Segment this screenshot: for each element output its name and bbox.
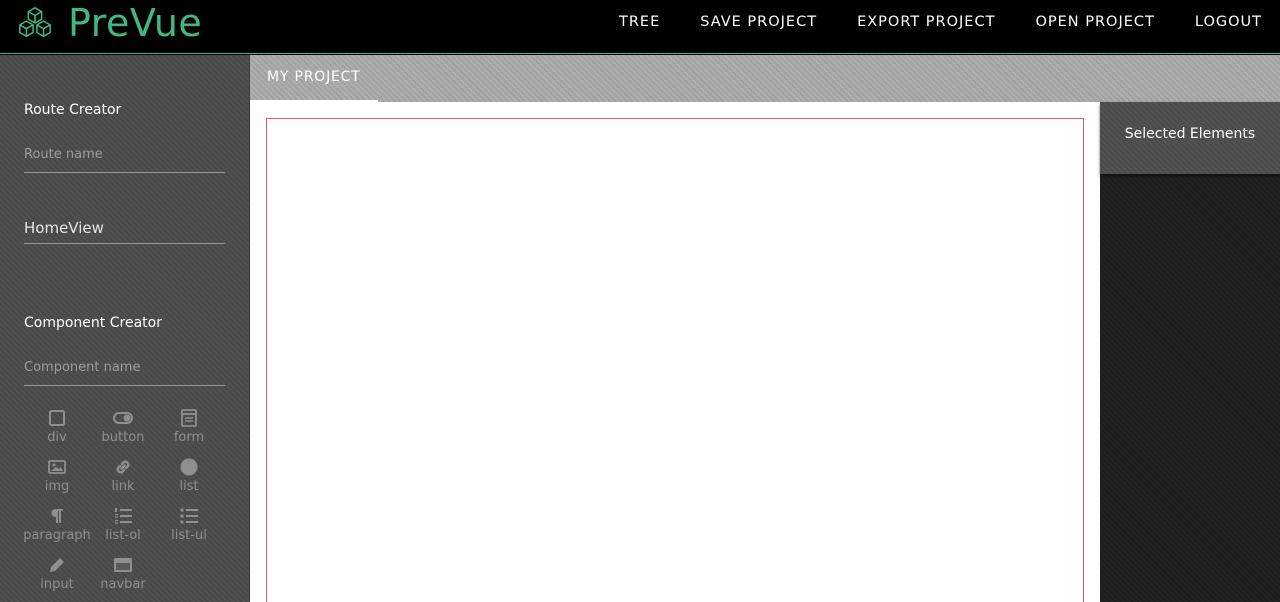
route-item-homeview[interactable]: HomeView [24,219,225,244]
element-label: form [173,430,205,445]
selected-elements-panel: Selected Elements [1100,102,1280,174]
project-tab-bar: MY PROJECT [250,55,1280,102]
component-name-field [24,356,225,386]
pilcrow-icon [51,509,63,523]
nav-export-project[interactable]: EXPORT PROJECT [857,14,995,30]
toggle-icon [113,412,133,424]
component-creator-title: Component Creator [24,315,162,331]
list-ul-icon [180,508,198,524]
top-bar: PreVue TREE SAVE PROJECT EXPORT PROJECT … [0,0,1280,54]
canvas-area [250,102,1100,602]
element-label: div [47,430,67,445]
element-label: input [40,577,74,592]
element-label: button [101,430,145,445]
route-name-input[interactable] [24,143,225,172]
component-drop-zone[interactable] [266,118,1084,602]
element-label: paragraph [23,528,91,543]
nav-tree[interactable]: TREE [619,14,660,30]
element-link[interactable]: link [90,457,156,500]
image-icon [48,460,66,474]
element-label: list [179,479,199,494]
element-list-ul[interactable]: list-ul [156,506,222,549]
link-icon [116,460,130,474]
element-palette: div button form img link list paragraph [23,408,224,598]
element-navbar[interactable]: navbar [90,555,156,598]
element-list-ol[interactable]: list-ol [90,506,156,549]
route-creator-title: Route Creator [24,102,122,118]
circle-icon [180,458,198,476]
nav-open-project[interactable]: OPEN PROJECT [1035,14,1154,30]
element-paragraph[interactable]: paragraph [23,506,91,549]
element-label: link [111,479,135,494]
list-ol-icon [115,508,132,524]
element-img[interactable]: img [24,457,90,500]
element-list[interactable]: list [156,457,222,500]
sidebar: Route Creator HomeView Component Creator… [0,55,250,602]
element-label: list-ol [105,528,141,543]
element-label: list-ul [171,528,207,543]
cubes-icon [19,7,51,38]
top-nav: TREE SAVE PROJECT EXPORT PROJECT OPEN PR… [579,0,1262,44]
app-name: PreVue [68,1,203,45]
right-panel: Selected Elements [1100,102,1280,602]
element-div[interactable]: div [24,408,90,451]
element-label: img [44,479,70,494]
navbar-icon [114,558,132,572]
route-name-field [24,143,225,173]
nav-logout[interactable]: LOGOUT [1195,14,1262,30]
element-form[interactable]: form [156,408,222,451]
app-logo[interactable]: PreVue [16,3,202,43]
form-icon [181,409,197,427]
element-button[interactable]: button [90,408,156,451]
element-label: navbar [100,577,146,592]
tab-my-project[interactable]: MY PROJECT [250,55,378,102]
pencil-icon [50,558,64,572]
component-name-input[interactable] [24,356,225,385]
nav-save-project[interactable]: SAVE PROJECT [700,14,817,30]
element-input[interactable]: input [24,555,90,598]
square-icon [49,410,65,426]
